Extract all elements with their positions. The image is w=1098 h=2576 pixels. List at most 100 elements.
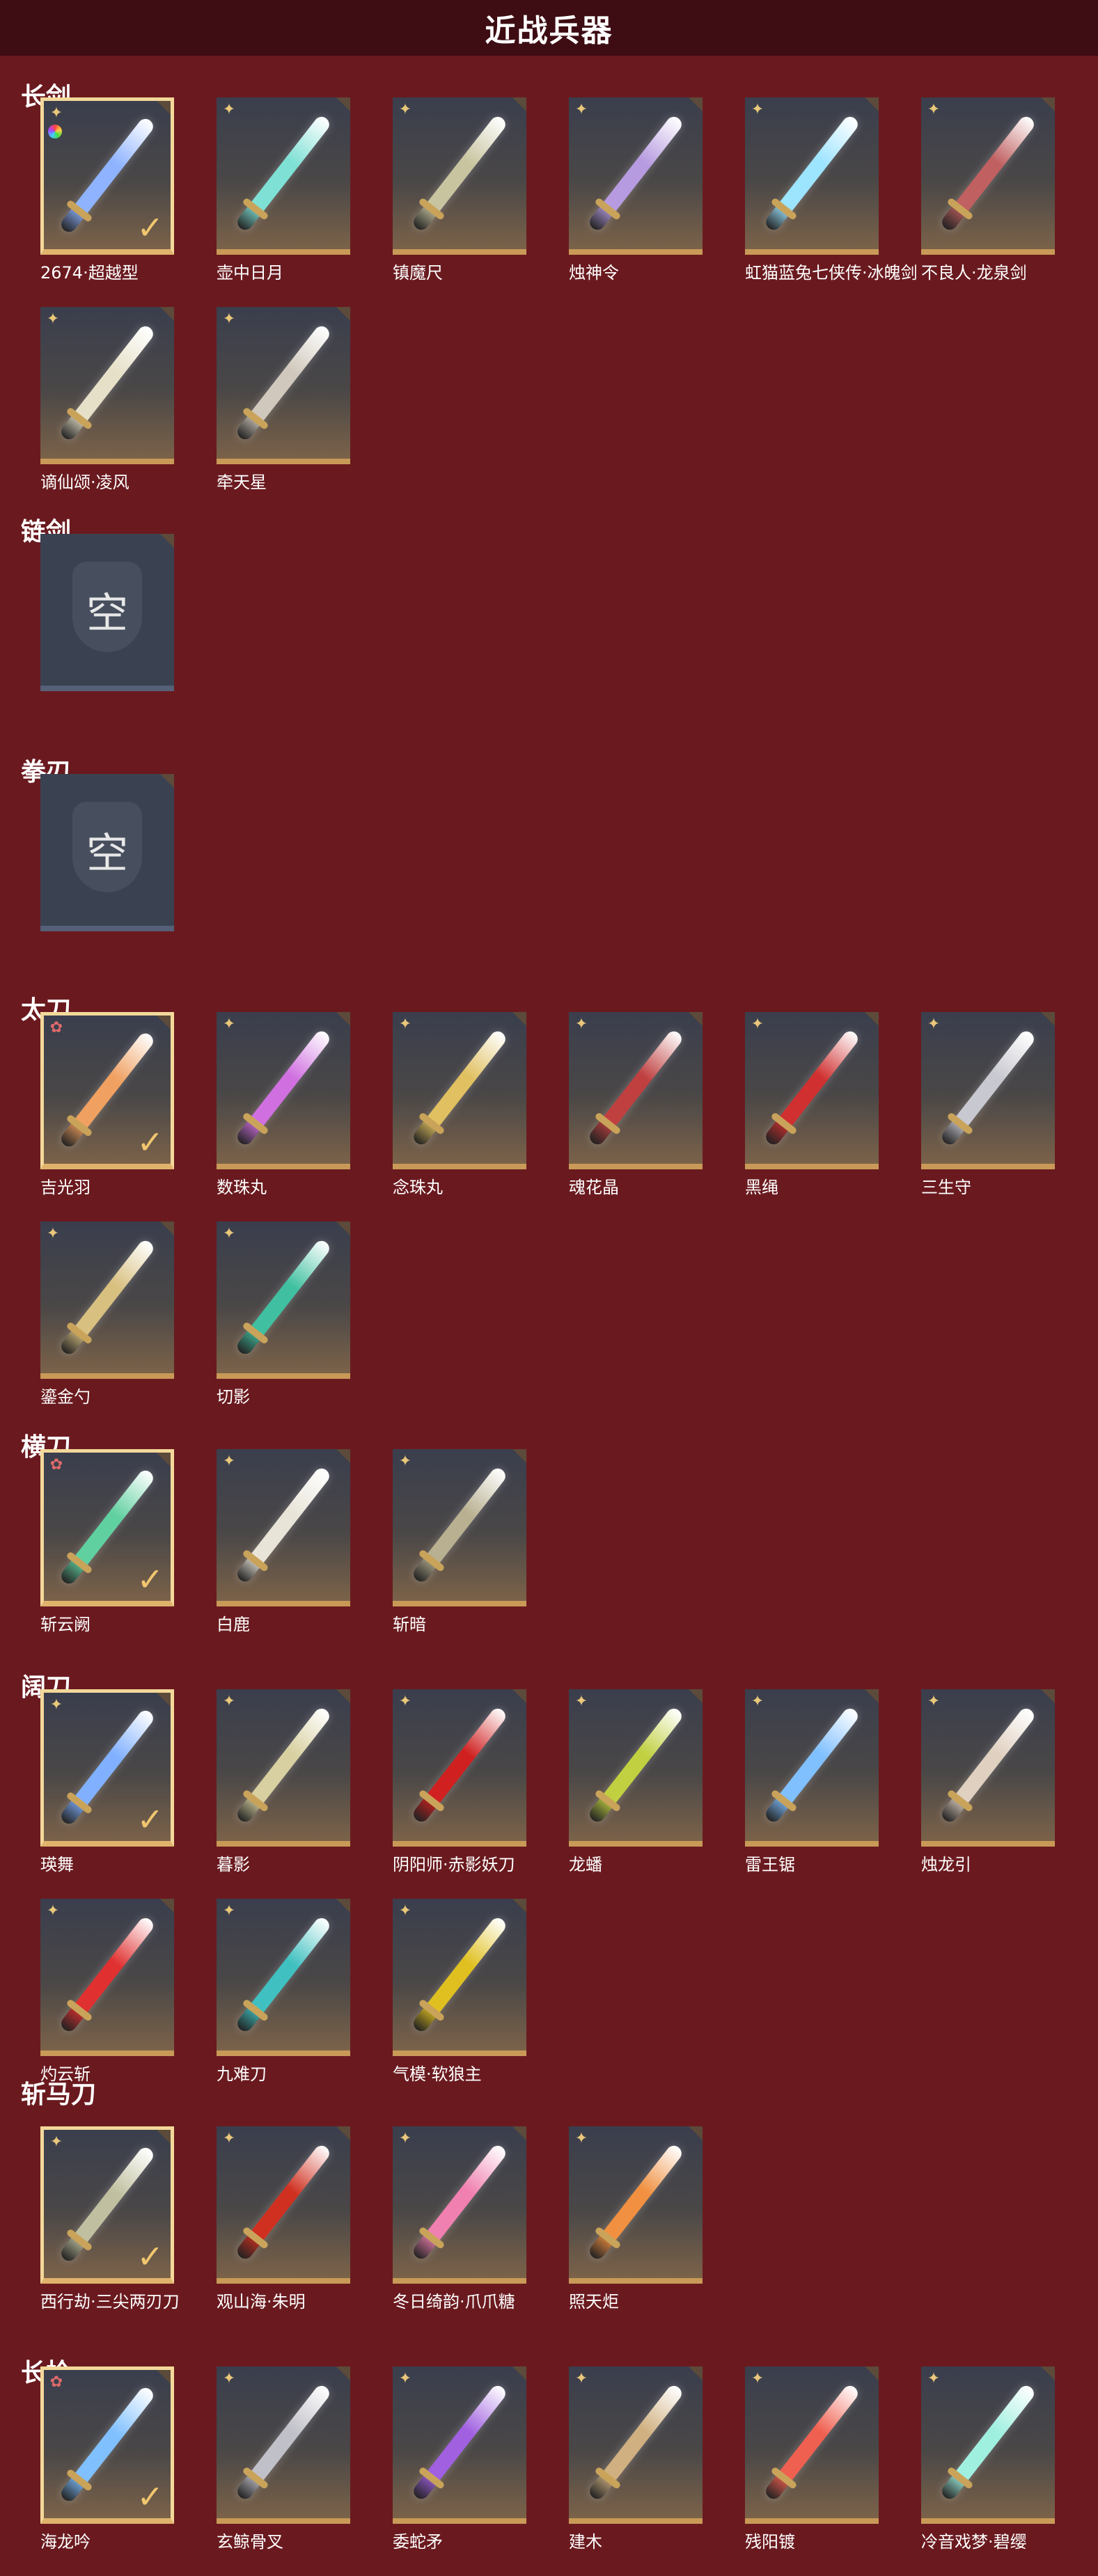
weapon-item[interactable]: ✦ 九难刀 (217, 1899, 350, 2108)
weapon-item[interactable]: ✦ 阴阳师·赤影妖刀 (393, 1689, 526, 1899)
weapon-card[interactable]: ✦ ✓ (40, 97, 174, 255)
weapon-item[interactable]: ✦ 雷王锯 (745, 1689, 879, 1899)
weapon-item[interactable]: ✦ 气模·软狼主 (393, 1899, 526, 2108)
weapon-name: 暮影 (217, 1855, 250, 1874)
weapon-item[interactable]: ✿ ✓ 吉光羽 (40, 1012, 174, 1222)
star-rank-icon: ✦ (222, 2370, 236, 2387)
weapon-item[interactable]: ✦ 玄鲸骨叉 (217, 2366, 350, 2576)
weapon-card[interactable]: ✦ (393, 1012, 526, 1169)
weapon-card[interactable]: ✦ (393, 97, 526, 255)
weapon-image (939, 1705, 1037, 1825)
weapon-item[interactable]: ✦ 念珠丸 (393, 1012, 526, 1222)
weapon-card[interactable]: ✦ (745, 2366, 879, 2524)
weapon-card[interactable]: ✦ (921, 1689, 1055, 1847)
weapon-name: 镇魔尺 (393, 263, 443, 283)
weapon-card[interactable]: ✦ (393, 1449, 526, 1606)
weapon-name: 数珠丸 (217, 1178, 267, 1197)
section-title: 斩马刀 (21, 2080, 97, 2109)
color-ring-icon (48, 125, 62, 139)
weapon-card[interactable]: ✦ (217, 2366, 350, 2524)
star-rank-icon: ✦ (574, 2370, 588, 2387)
weapon-item[interactable]: ✦ 切影 (217, 1222, 350, 1431)
weapon-item[interactable]: ✦ 建木 (569, 2366, 703, 2576)
weapon-item[interactable]: ✦ 黑绳 (745, 1012, 879, 1222)
weapon-item[interactable]: ✦ 白鹿 (217, 1449, 350, 1659)
weapon-card[interactable]: ✦ ✓ (40, 1689, 174, 1847)
weapon-item[interactable]: ✦ 委蛇矛 (393, 2366, 526, 2576)
weapon-item[interactable]: ✦ 暮影 (217, 1689, 350, 1899)
weapon-item[interactable]: ✦ 烛神令 (569, 97, 703, 307)
weapon-item[interactable]: ✦ 斩暗 (393, 1449, 526, 1659)
weapon-card[interactable]: ✦ (217, 97, 350, 255)
weapon-item[interactable]: ✦ ✓ 瑛舞 (40, 1689, 174, 1899)
weapon-item[interactable]: ✦ 不良人·龙泉剑 (921, 97, 1055, 307)
weapon-item[interactable]: ✿ ✓ 海龙吟 (40, 2366, 174, 2576)
corner-tab (689, 1012, 703, 1026)
weapon-card[interactable]: ✦ (921, 97, 1055, 255)
weapon-card[interactable]: ✿ ✓ (40, 2366, 174, 2524)
weapon-card[interactable]: ✦ (40, 1899, 174, 2056)
weapon-item[interactable]: ✦ 壶中日月 (217, 97, 350, 307)
weapon-item[interactable]: ✦ 虹猫蓝兔七侠传·冰魄剑 (745, 97, 918, 307)
weapon-card[interactable]: ✦ (217, 1689, 350, 1847)
weapon-card[interactable]: ✦ (217, 1899, 350, 2056)
weapon-item[interactable]: ✦ 观山海·朱明 (217, 2126, 350, 2336)
weapon-card[interactable]: ✦ (569, 1012, 703, 1169)
weapon-card[interactable]: ✦ (745, 97, 879, 255)
weapon-card[interactable]: ✿ ✓ (40, 1012, 174, 1169)
weapon-card[interactable]: ✦ (40, 1222, 174, 1379)
weapon-card[interactable]: ✦ (745, 1012, 879, 1169)
corner-tab (1041, 1689, 1055, 1703)
corner-tab (157, 2130, 171, 2144)
weapon-card[interactable]: ✦ ✓ (40, 2126, 174, 2284)
weapon-card[interactable]: ✦ (393, 1689, 526, 1847)
weapon-item[interactable]: ✦ 鎏金勺 (40, 1222, 174, 1431)
weapon-item[interactable]: ✦ 牵天星 (217, 307, 350, 516)
weapon-image (58, 323, 157, 443)
weapon-item[interactable]: ✦ 烛龙引 (921, 1689, 1055, 1899)
weapon-card[interactable]: ✦ (217, 307, 350, 464)
weapon-item[interactable]: ✦ ✓ 2674·超越型 (40, 97, 174, 307)
weapon-card[interactable]: ✦ (217, 1222, 350, 1379)
weapon-card[interactable]: ✦ (569, 1689, 703, 1847)
weapon-item[interactable]: ✦ 镇魔尺 (393, 97, 526, 307)
weapon-card[interactable]: ✦ (40, 307, 174, 464)
weapon-card[interactable]: ✦ (393, 2366, 526, 2524)
weapon-item[interactable]: 空 (40, 534, 174, 743)
weapon-image (586, 113, 685, 233)
weapon-name: 龙蟠 (569, 1855, 602, 1874)
weapon-grid: ✿ ✓ 海龙吟 ✦ 玄鲸骨叉 ✦ 委蛇矛 ✦ 建木 ✦ 残阳镀 ✦ 冷音戏梦·碧缨 (40, 2366, 1055, 2576)
weapon-card[interactable]: ✦ (569, 2366, 703, 2524)
weapon-item[interactable]: ✦ 照天炬 (569, 2126, 703, 2336)
weapon-item[interactable]: ✿ ✓ 斩云阙 (40, 1449, 174, 1659)
weapon-card[interactable]: ✦ (217, 1449, 350, 1606)
weapon-item[interactable]: ✦ 冷音戏梦·碧缨 (921, 2366, 1055, 2576)
weapon-item[interactable]: ✦ 残阳镀 (745, 2366, 879, 2576)
weapon-item[interactable]: ✦ 谪仙颂·凌风 (40, 307, 174, 516)
weapon-card[interactable]: ✦ (569, 97, 703, 255)
weapon-item[interactable]: ✦ 龙蟠 (569, 1689, 703, 1899)
weapon-card[interactable]: ✿ ✓ (40, 1449, 174, 1606)
weapon-name: 照天炬 (569, 2292, 619, 2312)
star-rank-icon: ✿ (49, 2373, 63, 2391)
weapon-item[interactable]: ✦ ✓ 西行劫·三尖两刃刀 (40, 2126, 180, 2336)
weapon-card[interactable]: ✦ (393, 1899, 526, 2056)
weapon-item[interactable]: 空 (40, 774, 174, 983)
weapon-card[interactable]: ✦ (569, 2126, 703, 2284)
weapon-card[interactable]: 空 (40, 534, 174, 691)
weapon-card[interactable]: 空 (40, 774, 174, 931)
weapon-item[interactable]: ✦ 冬日绮韵·爪爪糖 (393, 2126, 526, 2336)
weapon-item[interactable]: ✦ 三生守 (921, 1012, 1055, 1222)
weapon-card[interactable]: ✦ (921, 2366, 1055, 2524)
corner-tab (336, 1689, 350, 1703)
weapon-item[interactable]: ✦ 数珠丸 (217, 1012, 350, 1222)
weapon-card[interactable]: ✦ (217, 2126, 350, 2284)
weapon-item[interactable]: ✦ 魂花晶 (569, 1012, 703, 1222)
corner-tab (865, 2366, 879, 2380)
weapon-card[interactable]: ✦ (745, 1689, 879, 1847)
weapon-card[interactable]: ✦ (393, 2126, 526, 2284)
weapon-card[interactable]: ✦ (921, 1012, 1055, 1169)
weapon-card[interactable]: ✦ (217, 1012, 350, 1169)
weapon-name: 瑛舞 (40, 1855, 74, 1874)
weapon-image (234, 1465, 333, 1585)
